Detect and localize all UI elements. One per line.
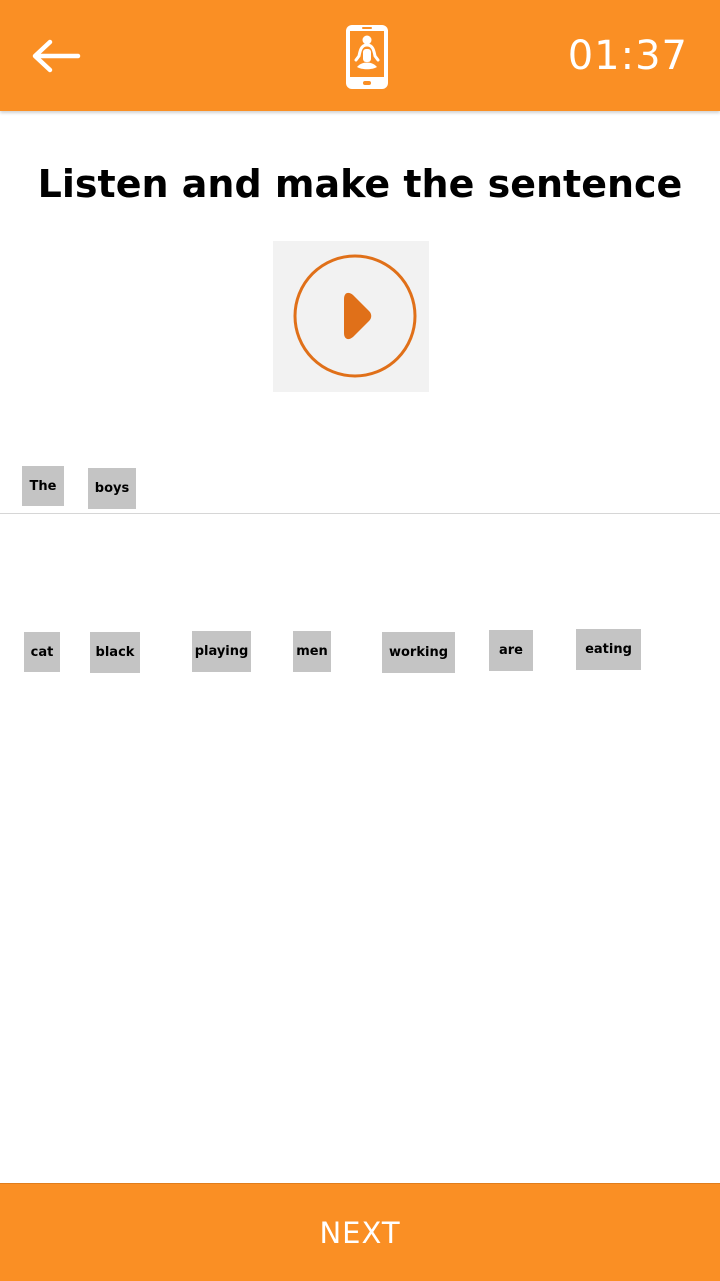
- arrow-left-icon: [32, 39, 81, 73]
- next-button-label: NEXT: [319, 1215, 401, 1250]
- answer-word[interactable]: boys: [88, 468, 136, 509]
- word-chip[interactable]: are: [489, 630, 533, 671]
- top-bar: 01:37: [0, 0, 720, 111]
- timer: 01:37: [567, 33, 688, 79]
- back-button[interactable]: [28, 34, 84, 78]
- word-chip[interactable]: playing: [192, 631, 251, 672]
- word-chip[interactable]: men: [293, 631, 331, 672]
- phone-meditation-icon: [344, 23, 390, 91]
- word-chip[interactable]: black: [90, 632, 140, 673]
- answer-word[interactable]: The: [22, 466, 64, 506]
- word-chip[interactable]: cat: [24, 632, 60, 672]
- page-title: Listen and make the sentence: [37, 162, 683, 206]
- divider: [0, 513, 720, 514]
- word-chip[interactable]: eating: [576, 629, 641, 670]
- word-chip[interactable]: working: [382, 632, 455, 673]
- next-button[interactable]: NEXT: [0, 1183, 720, 1281]
- play-button[interactable]: [273, 241, 429, 392]
- play-icon: [293, 254, 417, 378]
